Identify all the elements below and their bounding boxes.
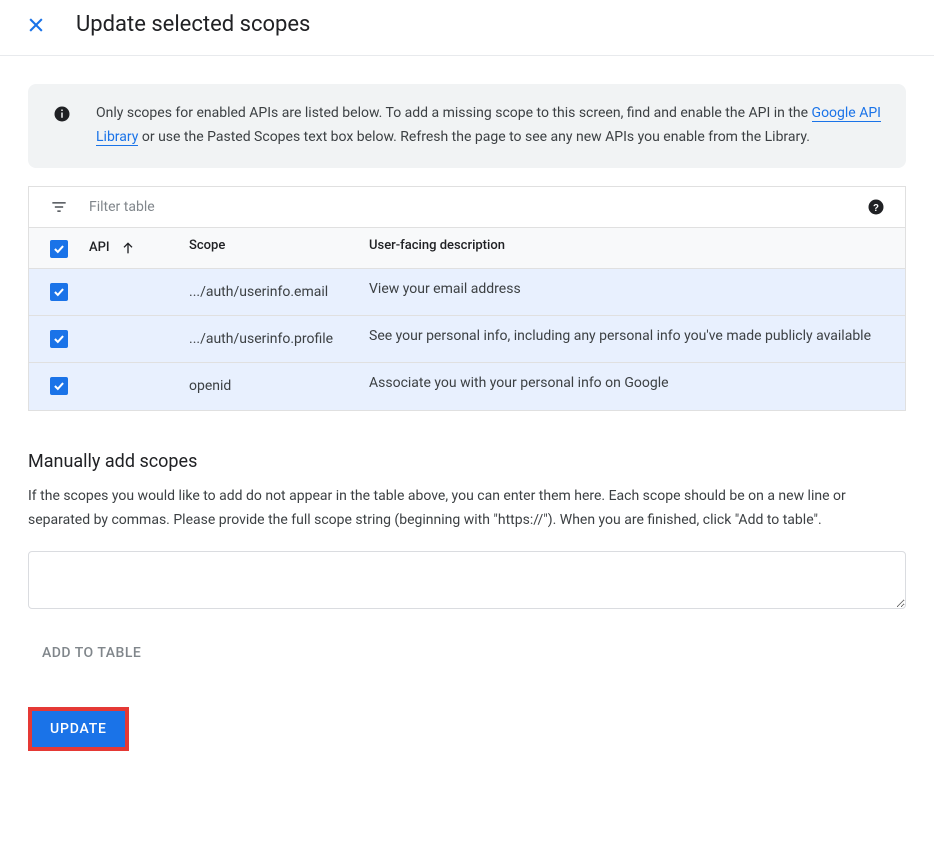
table-row: .../auth/userinfo.profile See your perso…: [29, 316, 905, 363]
cell-scope: .../auth/userinfo.profile: [189, 328, 369, 350]
add-to-table-button[interactable]: ADD TO TABLE: [28, 635, 155, 671]
manual-section-description: If the scopes you would like to add do n…: [28, 484, 906, 533]
update-button[interactable]: UPDATE: [32, 711, 125, 747]
cell-api: [89, 328, 189, 350]
filter-icon: [49, 197, 69, 217]
filter-input[interactable]: [87, 198, 867, 216]
info-text: Only scopes for enabled APIs are listed …: [96, 102, 882, 150]
header-description[interactable]: User-facing description: [369, 238, 905, 258]
row-checkbox[interactable]: [50, 330, 68, 348]
table-row: openid Associate you with your personal …: [29, 363, 905, 410]
row-checkbox[interactable]: [50, 377, 68, 395]
close-button[interactable]: [24, 13, 48, 37]
cell-description: See your personal info, including any pe…: [369, 328, 905, 350]
info-text-part1: Only scopes for enabled APIs are listed …: [96, 105, 812, 121]
info-icon: [52, 104, 72, 124]
cell-description: Associate you with your personal info on…: [369, 375, 905, 397]
filter-bar: ?: [29, 187, 905, 227]
cell-scope: .../auth/userinfo.email: [189, 281, 369, 303]
table-row: .../auth/userinfo.email View your email …: [29, 269, 905, 316]
header-api[interactable]: API: [89, 238, 189, 258]
info-banner: Only scopes for enabled APIs are listed …: [28, 84, 906, 168]
cell-description: View your email address: [369, 281, 905, 303]
header-scope[interactable]: Scope: [189, 238, 369, 258]
manual-scopes-textarea[interactable]: [28, 551, 906, 609]
cell-scope: openid: [189, 375, 369, 397]
cell-api: [89, 281, 189, 303]
select-all-checkbox[interactable]: [50, 240, 68, 258]
close-icon: [26, 15, 46, 35]
info-text-part2: or use the Pasted Scopes text box below.…: [138, 129, 810, 145]
row-checkbox[interactable]: [50, 283, 68, 301]
manual-section-title: Manually add scopes: [28, 451, 906, 472]
sort-arrow-up-icon: [120, 240, 136, 256]
update-highlight-box: UPDATE: [28, 707, 129, 751]
cell-api: [89, 375, 189, 397]
help-icon[interactable]: ?: [867, 198, 885, 216]
page-title: Update selected scopes: [76, 12, 310, 37]
table-header-row: API Scope User-facing description: [29, 227, 905, 269]
scopes-table: ? API Scope User-facing description .../…: [28, 186, 906, 411]
svg-text:?: ?: [873, 202, 879, 213]
dialog-header: Update selected scopes: [0, 0, 934, 56]
